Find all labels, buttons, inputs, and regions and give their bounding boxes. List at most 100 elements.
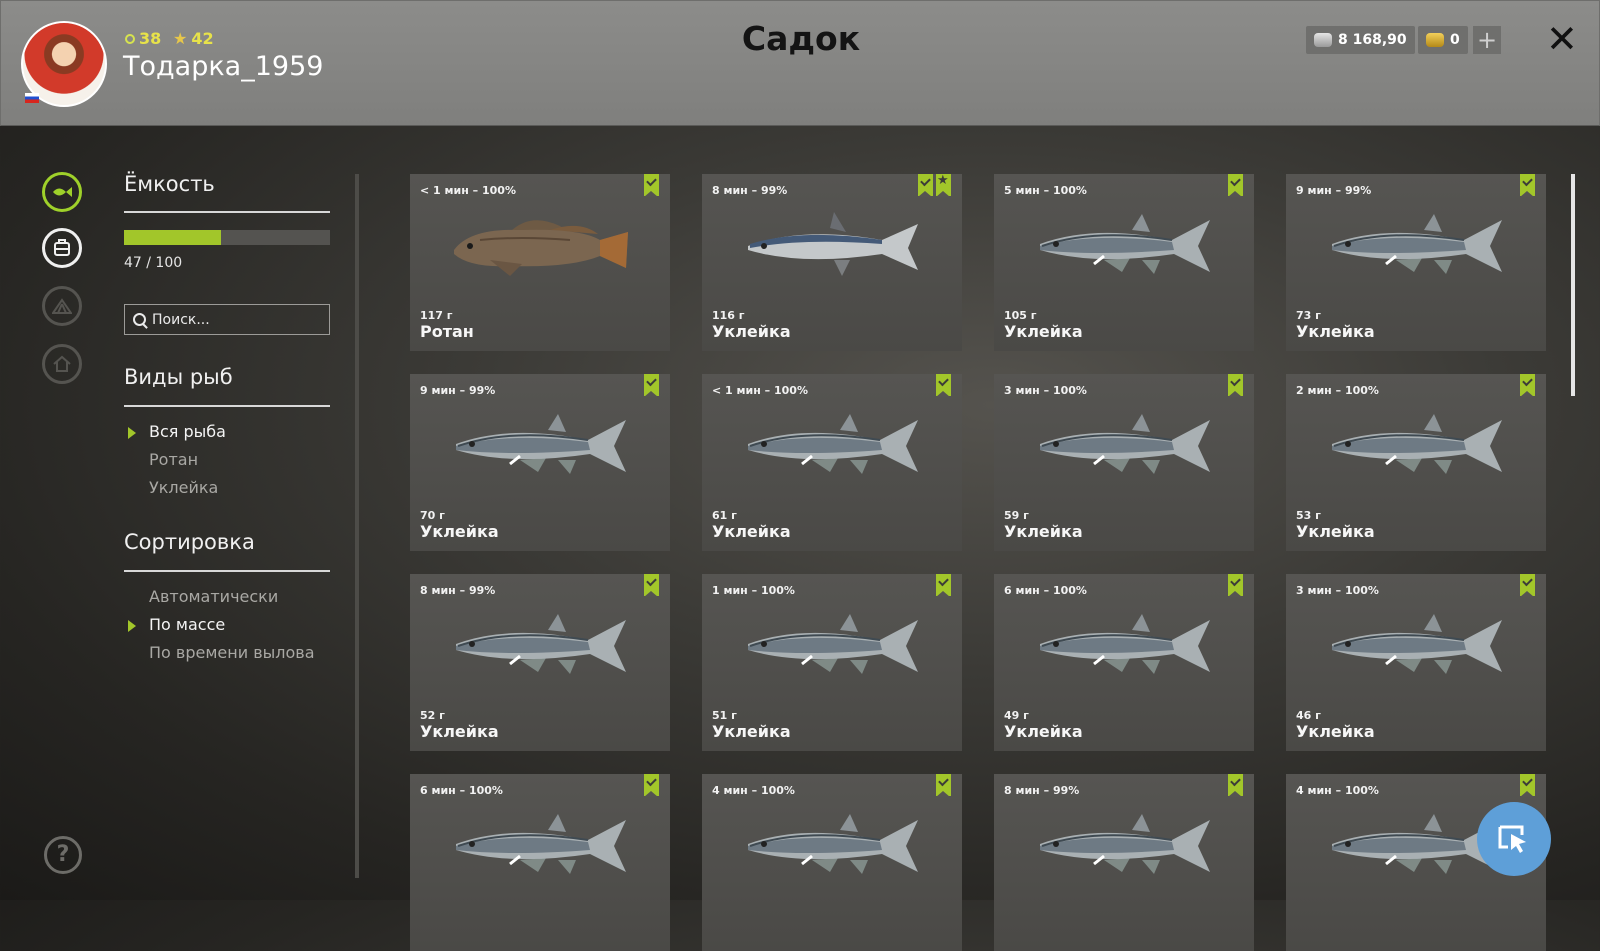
fish-weight: 49 г [1004, 709, 1029, 722]
fish-card[interactable]: 3 мин – 100% 59 г Уклейка [994, 374, 1254, 551]
sort-option-time[interactable]: По времени вылова [149, 643, 315, 662]
divider [124, 570, 330, 572]
species-title: Виды рыб [124, 365, 233, 389]
search-input[interactable]: Поиск... [124, 304, 330, 335]
keep-bookmark-icon[interactable] [644, 774, 659, 797]
fish-catch-time: 5 мин – 100% [1004, 184, 1087, 197]
top-bar: 38 ★ 42 Тодарка_1959 Садок 8 168,90 0 + … [0, 0, 1600, 126]
ukleika-fish-icon [1040, 214, 1210, 274]
fish-catch-time: 8 мин – 99% [712, 184, 788, 197]
fish-catch-time: 8 мин – 99% [420, 584, 496, 597]
fish-name: Уклейка [712, 522, 791, 541]
fish-weight: 70 г [420, 509, 445, 522]
cursor-mode-button[interactable] [1477, 802, 1551, 876]
sort-option-auto[interactable]: Автоматически [149, 587, 278, 606]
add-gold-button[interactable]: + [1473, 26, 1501, 54]
fish-weight: 51 г [712, 709, 737, 722]
fish-name: Уклейка [420, 722, 499, 741]
fish-catch-time: 2 мин – 100% [1296, 384, 1379, 397]
divider [124, 211, 330, 213]
scrollbar-thumb[interactable] [1571, 174, 1575, 396]
keep-bookmark-icon[interactable] [1520, 174, 1535, 197]
fish-card[interactable]: 1 мин – 100% 51 г Уклейка [702, 574, 962, 751]
capacity-title: Ёмкость [124, 172, 215, 196]
ukleika-fish-icon [1332, 614, 1502, 674]
camp-tab-icon[interactable] [42, 286, 82, 326]
sort-option-weight[interactable]: По массе [149, 615, 225, 634]
fish-card[interactable]: 6 мин – 100% 49 г Уклейка [994, 574, 1254, 751]
keep-bookmark-icon[interactable] [918, 174, 933, 197]
fish-weight: 52 г [420, 709, 445, 722]
keepnet-tab-icon[interactable] [42, 228, 82, 268]
fish-catch-time: < 1 мин – 100% [420, 184, 516, 197]
fish-name: Уклейка [1004, 322, 1083, 341]
close-button[interactable]: ✕ [1546, 19, 1578, 59]
fish-name: Уклейка [1296, 722, 1375, 741]
species-option-ukleika[interactable]: Уклейка [149, 478, 218, 497]
fish-name: Уклейка [420, 522, 499, 541]
silver-balance: 8 168,90 [1306, 26, 1415, 54]
fish-card[interactable]: 5 мин – 100% 105 г Уклейка [994, 174, 1254, 351]
keep-bookmark-icon[interactable] [936, 574, 951, 597]
fish-card[interactable]: 8 мин – 99% [994, 774, 1254, 951]
fish-card[interactable]: 2 мин – 100% 53 г Уклейка [1286, 374, 1546, 551]
fish-tab-icon[interactable] [42, 172, 82, 212]
fish-name: Уклейка [1296, 322, 1375, 341]
fish-name: Ротан [420, 322, 474, 341]
keep-bookmark-icon[interactable] [1228, 574, 1243, 597]
fish-card[interactable]: < 1 мин – 100% 61 г Уклейка [702, 374, 962, 551]
sidebar-divider [355, 174, 359, 878]
gold-coins-icon [1426, 33, 1444, 47]
keep-bookmark-icon[interactable] [1228, 374, 1243, 397]
ukleika-fish-icon [1040, 614, 1210, 674]
species-option-all[interactable]: Вся рыба [149, 422, 226, 441]
fish-card[interactable]: 9 мин – 99% 70 г Уклейка [410, 374, 670, 551]
keep-bookmark-icon[interactable] [936, 374, 951, 397]
ukleika-fish-icon [1040, 414, 1210, 474]
capacity-bar-fill [124, 230, 221, 245]
ukleika-fish-icon [456, 814, 626, 874]
trophy-star-icon[interactable]: ★ [936, 174, 951, 197]
help-icon[interactable]: ? [44, 836, 82, 874]
fish-name: Уклейка [712, 322, 791, 341]
keep-bookmark-icon[interactable] [936, 774, 951, 797]
keep-bookmark-icon[interactable] [1520, 574, 1535, 597]
fish-card[interactable]: ★ 8 мин – 99% 116 г Уклейка [702, 174, 962, 351]
fish-catch-time: 9 мин – 99% [1296, 184, 1372, 197]
home-tab-icon[interactable] [42, 344, 82, 384]
capacity-bar [124, 230, 330, 245]
fish-card[interactable]: 3 мин – 100% 46 г Уклейка [1286, 574, 1546, 751]
fish-catch-time: 1 мин – 100% [712, 584, 795, 597]
divider [124, 405, 330, 407]
fish-weight: 46 г [1296, 709, 1321, 722]
fish-card[interactable]: < 1 мин – 100% 117 г Ротан [410, 174, 670, 351]
keep-bookmark-icon[interactable] [644, 574, 659, 597]
keep-bookmark-icon[interactable] [1520, 374, 1535, 397]
keep-bookmark-icon[interactable] [644, 374, 659, 397]
gold-balance: 0 [1418, 26, 1468, 54]
fish-card[interactable]: 8 мин – 99% 52 г Уклейка [410, 574, 670, 751]
fish-weight: 59 г [1004, 509, 1029, 522]
fish-card[interactable]: 9 мин – 99% 73 г Уклейка [1286, 174, 1546, 351]
silver-coins-icon [1314, 33, 1332, 47]
keep-bookmark-icon[interactable] [1228, 174, 1243, 197]
fish-card[interactable]: 6 мин – 100% [410, 774, 670, 951]
fish-catch-time: 9 мин – 99% [420, 384, 496, 397]
keep-bookmark-icon[interactable] [1228, 774, 1243, 797]
fish-catch-time: 4 мин – 100% [712, 784, 795, 797]
fish-card[interactable]: 4 мин – 100% [702, 774, 962, 951]
fish-catch-time: 8 мин – 99% [1004, 784, 1080, 797]
capacity-text: 47 / 100 [124, 255, 183, 271]
keep-bookmark-icon[interactable] [1520, 774, 1535, 797]
rotan-fish-icon [454, 220, 628, 276]
selected-arrow-icon [128, 427, 136, 439]
ukleika-fish-icon [748, 212, 918, 276]
ukleika-fish-icon [1332, 214, 1502, 274]
species-option-rotan[interactable]: Ротан [149, 450, 198, 469]
ukleika-fish-icon [1040, 814, 1210, 874]
keep-bookmark-icon[interactable] [644, 174, 659, 197]
search-placeholder: Поиск... [152, 311, 210, 328]
ukleika-fish-icon [748, 814, 918, 874]
ukleika-fish-icon [456, 414, 626, 474]
cursor-mode-icon [1498, 825, 1526, 853]
